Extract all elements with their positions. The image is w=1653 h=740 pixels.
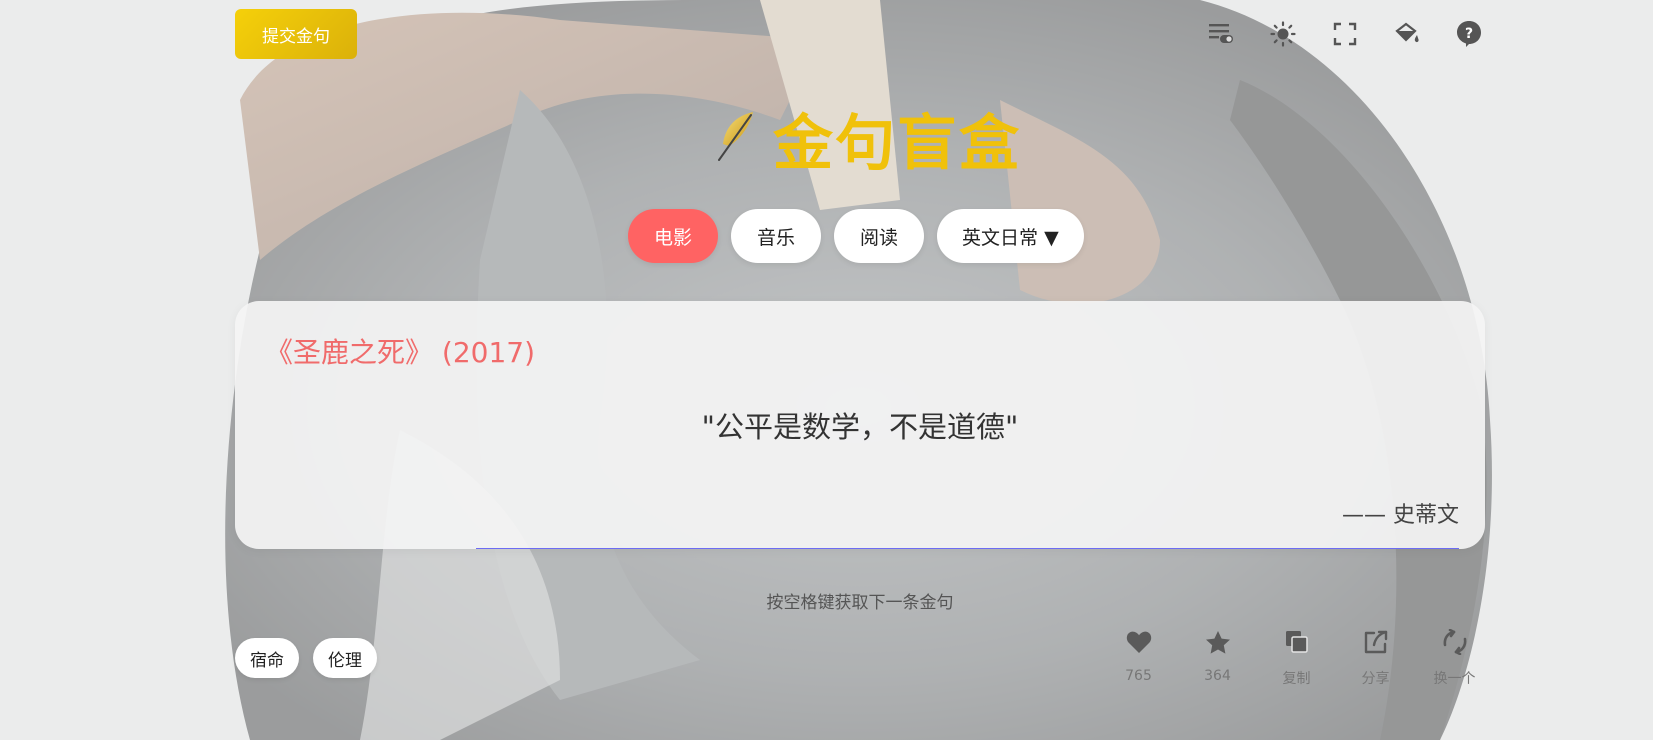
- category-tabs: 电影 音乐 阅读 英文日常 ▼: [628, 209, 1084, 263]
- feather-quill-icon: [713, 110, 757, 168]
- tag-ethics[interactable]: 伦理: [313, 638, 377, 678]
- copy-icon: [1285, 622, 1309, 662]
- tag-list: 宿命 伦理: [235, 638, 377, 678]
- tag-fate[interactable]: 宿命: [235, 638, 299, 678]
- top-toolbar: ?: [1190, 18, 1500, 50]
- keyboard-hint: 按空格键获取下一条金句: [766, 593, 954, 613]
- like-button[interactable]: 765: [1099, 622, 1178, 688]
- next-quote-label: 换一个: [1433, 671, 1476, 687]
- star-icon: [1205, 622, 1231, 662]
- share-icon: [1363, 622, 1389, 662]
- share-button[interactable]: 分享: [1336, 622, 1415, 688]
- copy-label: 复制: [1282, 671, 1311, 687]
- fullscreen-icon[interactable]: [1314, 18, 1376, 50]
- quote-text: "公平是数学，不是道德": [701, 410, 1019, 444]
- card-underline: [476, 548, 1459, 549]
- copy-button[interactable]: 复制: [1257, 622, 1336, 688]
- action-bar: 765 364 复制 分享 换一个: [1099, 622, 1494, 688]
- heart-icon: [1126, 622, 1152, 662]
- tab-english-daily-dropdown[interactable]: 英文日常 ▼: [937, 209, 1084, 263]
- help-icon[interactable]: ?: [1438, 18, 1500, 50]
- like-count: 765: [1125, 668, 1152, 684]
- svg-text:?: ?: [1465, 26, 1473, 42]
- quote-card: 《圣鹿之死》 (2017) "公平是数学，不是道德" —— 史蒂文: [235, 301, 1485, 549]
- refresh-icon: [1441, 622, 1469, 662]
- toggle-settings-icon[interactable]: [1190, 18, 1252, 50]
- favorite-button[interactable]: 364: [1178, 622, 1257, 688]
- next-quote-button[interactable]: 换一个: [1415, 622, 1494, 688]
- paint-bucket-icon[interactable]: [1376, 18, 1438, 50]
- share-label: 分享: [1361, 671, 1390, 687]
- submit-quote-button[interactable]: 提交金句: [235, 9, 357, 59]
- tab-reading[interactable]: 阅读: [834, 209, 925, 263]
- quote-source: 《圣鹿之死》 (2017): [265, 336, 536, 369]
- favorite-count: 364: [1204, 668, 1231, 684]
- logo: 金句盲盒: [713, 95, 1021, 182]
- quote-author: —— 史蒂文: [1342, 503, 1459, 528]
- tab-movie[interactable]: 电影: [628, 209, 719, 263]
- logo-title: 金句盲盒: [773, 109, 1021, 179]
- tab-music[interactable]: 音乐: [731, 209, 822, 263]
- sun-icon[interactable]: [1252, 18, 1314, 50]
